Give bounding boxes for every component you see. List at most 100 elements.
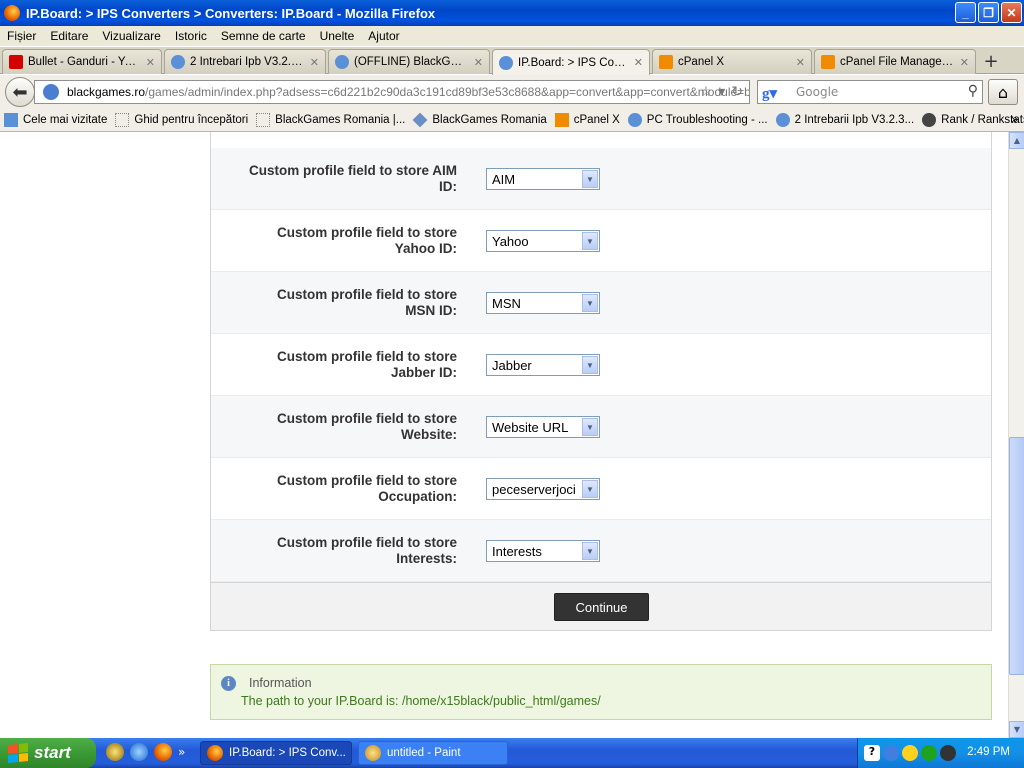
steam-icon[interactable] (940, 745, 956, 761)
diamond-icon (412, 112, 428, 127)
tab-close-icon[interactable]: ✕ (474, 56, 483, 69)
window-title-bar[interactable]: IP.Board: > IPS Converters > Converters:… (0, 0, 1024, 26)
reload-icon[interactable]: ↻ (731, 83, 743, 100)
history-dropdown-icon[interactable]: ▾ (718, 83, 725, 100)
menu-edit[interactable]: Editare (43, 29, 95, 43)
interests-field-select[interactable]: Interests ▼ (486, 540, 600, 562)
bookmark-blackgames-2[interactable]: BlackGames Romania (412, 112, 547, 127)
firefox-logo-icon (4, 5, 20, 21)
form-row-interests: Custom profile field to store Interests: … (211, 520, 991, 582)
close-button[interactable]: ✕ (1001, 2, 1022, 23)
google-search-engine-icon[interactable]: g▾ (762, 84, 780, 102)
yahoo-field-select[interactable]: Yahoo ▼ (486, 230, 600, 252)
messenger-icon[interactable] (106, 743, 124, 761)
tab-label: cPanel File Manager v3 (840, 56, 954, 68)
aim-field-select[interactable]: AIM ▼ (486, 168, 600, 190)
url-host: blackgames.ro (67, 85, 146, 99)
taskbar-item-firefox[interactable]: IP.Board: > IPS Conv... (200, 741, 352, 765)
page-viewport: Custom profile field to store AIM ID: AIM… (0, 132, 1008, 738)
tab-youtube[interactable]: Bullet - Ganduri - YouT... ✕ (2, 49, 162, 74)
search-magnifier-icon[interactable]: ⚲ (968, 83, 978, 99)
tab-intrebari[interactable]: 2 Intrebari Ipb V3.2.3 ... ✕ (164, 49, 326, 74)
form-footer: Continue (211, 582, 991, 630)
bookmark-label: Ghid pentru începători (134, 113, 249, 126)
url-bar[interactable]: blackgames.ro /games/admin/index.php?ads… (34, 80, 750, 104)
menu-tools[interactable]: Unelte (313, 29, 362, 43)
bookmark-intrebarii[interactable]: 2 Intrebarii Ipb V3.2.3... (775, 112, 914, 127)
bookmark-star-icon[interactable]: ☆ (700, 83, 713, 100)
firefox-icon[interactable] (154, 743, 172, 761)
back-arrow-tray-icon[interactable] (883, 745, 899, 761)
search-bar[interactable]: g▾ Google ⚲ (757, 80, 983, 104)
menu-history[interactable]: Istoric (168, 29, 214, 43)
chevron-down-icon: ▼ (582, 356, 598, 374)
minimize-button[interactable]: _ (955, 2, 976, 23)
tab-ipboard-converters[interactable]: IP.Board: > IPS Conve... ✕ (492, 49, 650, 75)
page-icon (115, 112, 130, 127)
tab-close-icon[interactable]: ✕ (960, 56, 969, 69)
bookmark-rank[interactable]: Rank / Rankstats / To... (922, 112, 1024, 127)
quick-launch: » (106, 743, 185, 761)
occupation-field-select[interactable]: peceserverjoci ▼ (486, 478, 600, 500)
website-field-select[interactable]: Website URL ▼ (486, 416, 600, 438)
help-icon[interactable]: ? (864, 745, 880, 761)
menu-bar: Fișier Editare Vizualizare Istoric Semne… (0, 26, 1024, 46)
bookmark-blackgames-1[interactable]: BlackGames Romania |... (256, 112, 405, 127)
smiley-icon[interactable] (902, 745, 918, 761)
bookmark-most-visited[interactable]: Cele mai vizitate (4, 112, 107, 127)
form-row-aim: Custom profile field to store AIM ID: AIM… (211, 148, 991, 210)
taskbar-item-paint[interactable]: untitled - Paint (358, 741, 508, 765)
internet-explorer-icon[interactable] (130, 743, 148, 761)
bookmark-cpanel-x[interactable]: cPanel X (554, 112, 620, 127)
tab-close-icon[interactable]: ✕ (634, 56, 643, 69)
bookmark-label: BlackGames Romania (432, 113, 547, 126)
tab-close-icon[interactable]: ✕ (310, 56, 319, 69)
chevron-down-icon: ▼ (582, 232, 598, 250)
scroll-up-icon[interactable]: ▲ (1009, 132, 1024, 149)
bookmark-label: PC Troubleshooting - ... (646, 113, 768, 126)
menu-bookmarks[interactable]: Semne de carte (214, 29, 313, 43)
start-label: start (34, 743, 71, 762)
tab-close-icon[interactable]: ✕ (796, 56, 805, 69)
task-label: IP.Board: > IPS Conv... (229, 747, 346, 759)
tab-cpanel-x[interactable]: cPanel X ✕ (652, 49, 812, 74)
tab-bar: Bullet - Ganduri - YouT... ✕ 2 Intrebari… (0, 47, 1024, 75)
system-tray: ? 2:49 PM (857, 738, 1024, 768)
url-path: /games/admin/index.php?adsess=c6d221b2c9… (145, 85, 749, 99)
site-identity-icon[interactable] (43, 84, 59, 100)
field-label: Custom profile field to store Interests: (276, 535, 457, 566)
back-button[interactable]: ⬅ (5, 77, 35, 107)
tab-label: (OFFLINE) BlackGames... (354, 56, 468, 68)
info-icon: i (221, 676, 236, 691)
tab-cpanel-file-manager[interactable]: cPanel File Manager v3 ✕ (814, 49, 976, 74)
tab-close-icon[interactable]: ✕ (146, 56, 155, 69)
vertical-scrollbar[interactable]: ▲ ▼ (1008, 132, 1024, 738)
field-label: Custom profile field to store MSN ID: (276, 287, 457, 318)
bookmark-pc-troubleshooting[interactable]: PC Troubleshooting - ... (627, 112, 768, 127)
ipboard-icon (171, 55, 185, 69)
scroll-down-icon[interactable]: ▼ (1009, 721, 1024, 738)
cpanel-icon (821, 55, 835, 69)
menu-help[interactable]: Ajutor (361, 29, 406, 43)
jabber-field-select[interactable]: Jabber ▼ (486, 354, 600, 376)
info-title: Information (249, 676, 312, 690)
home-button[interactable]: ⌂ (988, 79, 1018, 105)
scrollbar-thumb[interactable] (1009, 437, 1024, 675)
tab-offline-blackgames[interactable]: (OFFLINE) BlackGames... ✕ (328, 49, 490, 74)
bookmark-getting-started[interactable]: Ghid pentru începători (115, 112, 249, 127)
quick-launch-more-icon[interactable]: » (178, 743, 185, 761)
menu-file[interactable]: Fișier (0, 29, 43, 43)
restore-button[interactable]: ❐ (978, 2, 999, 23)
new-tab-button[interactable]: + (978, 50, 1004, 72)
ipboard-icon (335, 55, 349, 69)
menu-view[interactable]: Vizualizare (95, 29, 167, 43)
utorrent-icon[interactable] (921, 745, 937, 761)
field-label: Custom profile field to store Website: (276, 411, 457, 442)
bookmarks-overflow-icon[interactable]: » (1011, 112, 1018, 126)
bookmark-label: cPanel X (573, 113, 620, 126)
field-label: Custom profile field to store Occupation: (276, 473, 457, 504)
start-button[interactable]: start (0, 738, 96, 768)
continue-button[interactable]: Continue (554, 593, 649, 621)
form-row-yahoo: Custom profile field to store Yahoo ID: Y… (211, 210, 991, 272)
msn-field-select[interactable]: MSN ▼ (486, 292, 600, 314)
